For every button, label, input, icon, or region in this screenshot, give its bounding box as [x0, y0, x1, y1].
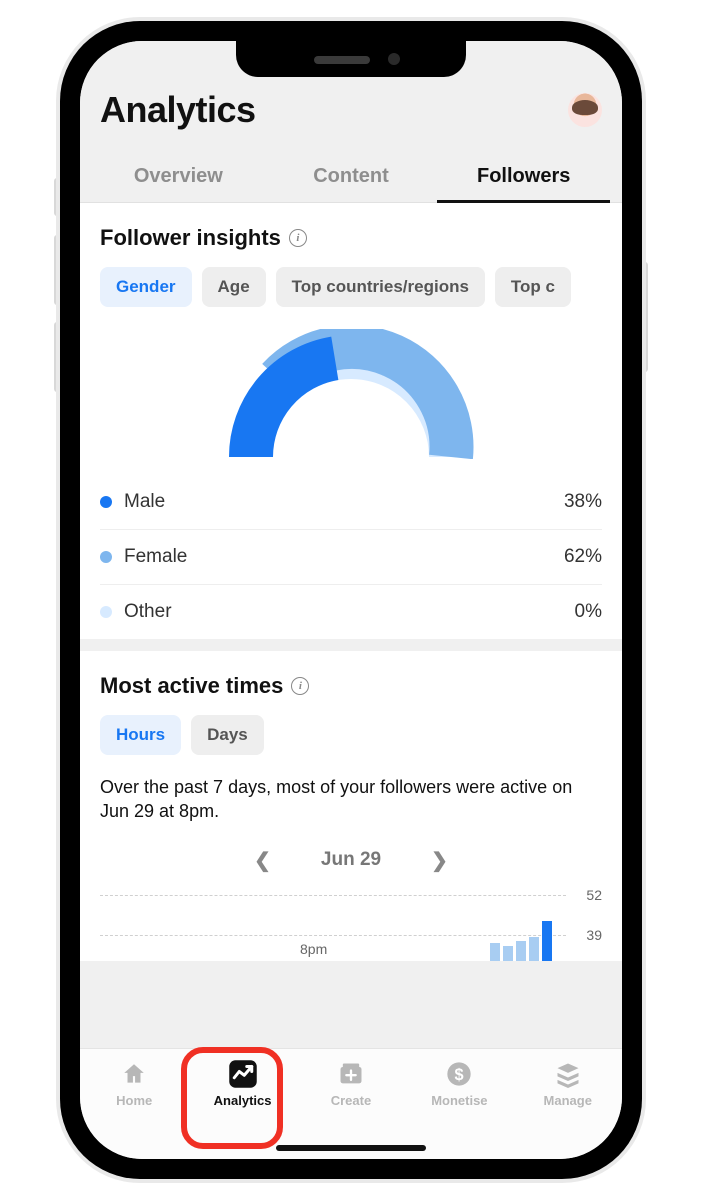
insights-chips: Gender Age Top countries/regions Top c: [80, 263, 622, 321]
bottom-tab-bar: Home Analytics Create $: [80, 1048, 622, 1159]
chart-bars: [490, 921, 552, 961]
home-indicator[interactable]: [276, 1145, 426, 1151]
active-chips: Hours Days: [80, 711, 622, 769]
create-icon: [336, 1059, 366, 1089]
panel-active-times: Most active times i Hours Days Over the …: [80, 651, 622, 961]
notch: [236, 41, 466, 77]
chevron-right-icon[interactable]: ❯: [421, 844, 458, 877]
avatar[interactable]: [568, 93, 602, 127]
highlight-ring: [181, 1047, 283, 1149]
active-title: Most active times: [100, 673, 283, 699]
insights-title: Follower insights: [100, 225, 281, 251]
page-title: Analytics: [100, 89, 256, 131]
chevron-left-icon[interactable]: ❮: [244, 844, 281, 877]
dot-icon: [100, 551, 112, 563]
gender-legend: Male 38% Female 62% Ot: [80, 475, 622, 639]
bar: [503, 946, 513, 961]
manage-icon: [553, 1059, 583, 1089]
tab-home[interactable]: Home: [91, 1059, 177, 1108]
chip-gender[interactable]: Gender: [100, 267, 192, 307]
tab-content[interactable]: Content: [265, 155, 438, 202]
legend-label: Female: [124, 546, 187, 568]
panel-follower-insights: Follower insights i Gender Age Top count…: [80, 203, 622, 639]
info-icon[interactable]: i: [291, 677, 309, 695]
legend-value: 62%: [564, 546, 602, 568]
active-chart: 52 39 8pm: [100, 891, 602, 961]
chip-countries[interactable]: Top countries/regions: [276, 267, 485, 307]
bar: [529, 937, 539, 961]
bar: [516, 941, 526, 961]
legend-row-female: Female 62%: [100, 530, 602, 585]
info-icon[interactable]: i: [289, 229, 307, 247]
home-icon: [119, 1059, 149, 1089]
dot-icon: [100, 496, 112, 508]
bar: [490, 943, 500, 961]
tab-monetise[interactable]: $ Monetise: [416, 1059, 502, 1108]
dot-icon: [100, 606, 112, 618]
panel-divider: [80, 639, 622, 651]
top-tabs: Overview Content Followers: [80, 137, 622, 203]
tab-label: Home: [116, 1093, 152, 1108]
power-button: [642, 262, 648, 372]
tab-label: Monetise: [431, 1093, 487, 1108]
legend-label: Other: [124, 601, 172, 623]
tab-label: Create: [331, 1093, 371, 1108]
x-label: 8pm: [300, 941, 327, 957]
y-label-mid: 39: [586, 927, 602, 943]
svg-text:$: $: [455, 1066, 464, 1084]
tab-followers[interactable]: Followers: [437, 155, 610, 202]
date-selector: ❮ Jun 29 ❯: [80, 838, 622, 891]
legend-row-male: Male 38%: [100, 475, 602, 530]
gridline: [100, 895, 566, 896]
active-description: Over the past 7 days, most of your follo…: [80, 769, 622, 838]
gender-gauge: [80, 321, 622, 475]
legend-label: Male: [124, 491, 165, 513]
chip-age[interactable]: Age: [202, 267, 266, 307]
chip-cities[interactable]: Top c: [495, 267, 571, 307]
monetise-icon: $: [444, 1059, 474, 1089]
chip-days[interactable]: Days: [191, 715, 264, 755]
selected-date: Jun 29: [321, 849, 381, 871]
legend-row-other: Other 0%: [100, 585, 602, 639]
screen: Analytics Overview Content Followers Fol…: [80, 41, 622, 1159]
legend-value: 38%: [564, 491, 602, 513]
chip-hours[interactable]: Hours: [100, 715, 181, 755]
tab-create[interactable]: Create: [308, 1059, 394, 1108]
phone-frame: Analytics Overview Content Followers Fol…: [60, 21, 642, 1179]
bar-peak: [542, 921, 552, 961]
tab-manage[interactable]: Manage: [525, 1059, 611, 1108]
tab-overview[interactable]: Overview: [92, 155, 265, 202]
y-label-top: 52: [586, 887, 602, 903]
tab-label: Manage: [544, 1093, 592, 1108]
legend-value: 0%: [575, 601, 602, 623]
